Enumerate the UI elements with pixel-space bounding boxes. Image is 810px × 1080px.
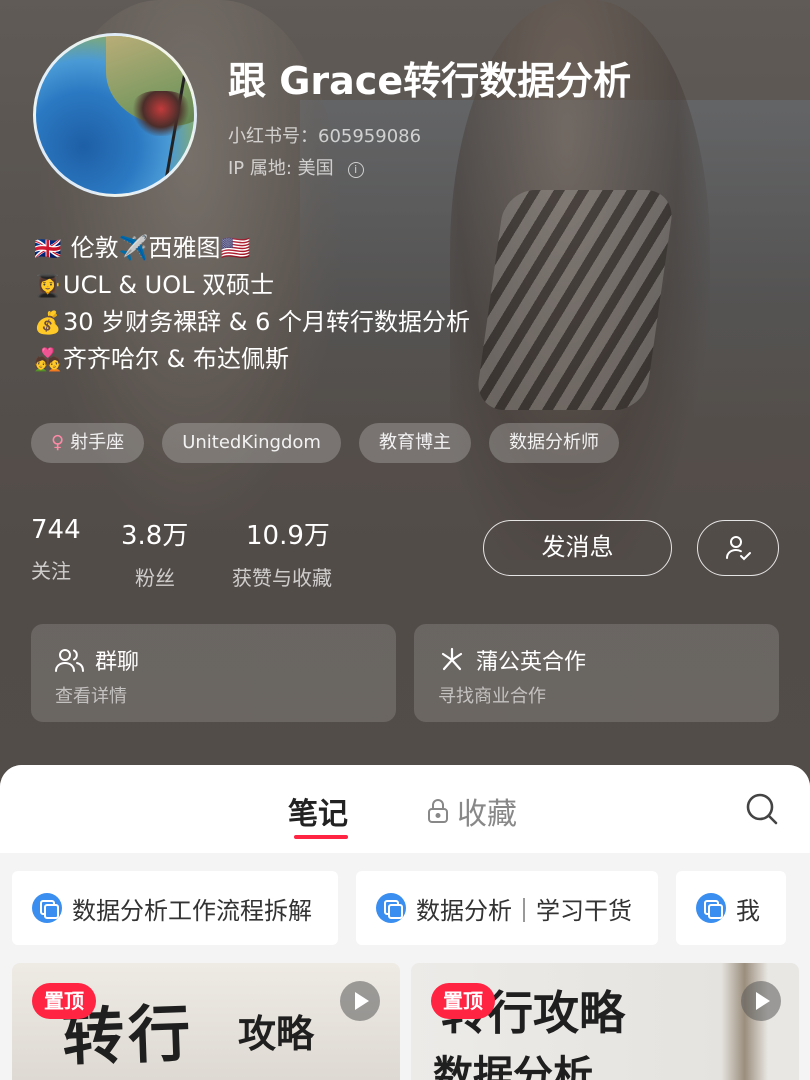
search-icon (746, 793, 778, 825)
stat-value: 744 (31, 515, 81, 545)
post-cover-subtitle: 攻略 (238, 1012, 315, 1056)
user-check-icon (726, 536, 751, 561)
stat-likes-and-saves[interactable]: 10.9万 获赞与收藏 (232, 515, 332, 591)
tag-location[interactable]: UnitedKingdom (162, 423, 341, 463)
card-title: 群聊 (55, 644, 139, 676)
collection-item[interactable]: 数据分析工作流程拆解 (12, 871, 338, 945)
collection-label: 数据分析工作流程拆解 (72, 896, 312, 925)
profile-id: 小红书号：605959086 (228, 126, 422, 147)
send-message-button[interactable]: 发消息 (483, 520, 672, 576)
bio-line: 🇬🇧 伦敦✈️西雅图🇺🇸 (33, 230, 470, 267)
stat-value: 10.9万 (246, 521, 330, 551)
ip-location-text: IP 属地: 美国 (228, 158, 334, 179)
stat-followers[interactable]: 3.8万 粉丝 (121, 515, 188, 591)
follow-button[interactable] (697, 520, 779, 576)
collections-row: 数据分析工作流程拆解 数据分析｜学习干货 我 (12, 871, 786, 945)
couple-icon: 💑 (34, 348, 62, 373)
flag-uk-icon: 🇬🇧 (34, 237, 62, 262)
search-button[interactable] (744, 791, 780, 827)
tab-bar: 笔记 收藏 (0, 765, 810, 853)
sparkle-icon (441, 647, 463, 671)
money-bag-icon: 💰 (34, 311, 62, 336)
pinned-badge: 置顶 (431, 983, 495, 1019)
avatar-glider (131, 91, 191, 136)
card-title: 蒲公英合作 (438, 644, 586, 676)
stat-label: 获赞与收藏 (232, 566, 332, 590)
video-play-icon (340, 981, 380, 1021)
card-title-text: 蒲公英合作 (476, 650, 587, 675)
stat-label: 粉丝 (135, 566, 175, 590)
tag-label: 射手座 (70, 432, 125, 453)
female-icon: ♀ (51, 432, 65, 453)
card-subtitle: 查看详情 (55, 686, 127, 707)
collection-icon (32, 893, 62, 923)
graduate-icon: 👩‍🎓 (34, 274, 62, 299)
tab-favorites[interactable]: 收藏 (427, 789, 517, 833)
video-play-icon (741, 981, 781, 1021)
post-card[interactable]: 转行攻略 数据分析 置顶 (411, 963, 799, 1080)
brand-cooperation-card[interactable]: 蒲公英合作 寻找商业合作 (414, 624, 779, 722)
bio-line: 👩‍🎓UCL & UOL 双硕士 (33, 267, 470, 304)
bio-text: 齐齐哈尔 & 布达佩斯 (63, 345, 289, 373)
bio-text: 伦敦✈️西雅图🇺🇸 (70, 234, 251, 262)
group-chat-card[interactable]: 群聊 查看详情 (31, 624, 396, 722)
bio-line: 💰30 岁财务裸辞 & 6 个月转行数据分析 (33, 304, 470, 341)
card-title-text: 群聊 (95, 650, 140, 675)
profile-bio: 🇬🇧 伦敦✈️西雅图🇺🇸 👩‍🎓UCL & UOL 双硕士 💰30 岁财务裸辞 … (33, 230, 470, 378)
collection-label: 我 (736, 896, 760, 925)
collection-item[interactable]: 数据分析｜学习干货 (356, 871, 658, 945)
group-icon (55, 649, 84, 672)
active-tab-indicator (294, 835, 348, 839)
tag-profession[interactable]: 数据分析师 (488, 423, 619, 463)
tab-favorites-label: 收藏 (457, 797, 517, 832)
stat-following[interactable]: 744 关注 (31, 515, 81, 584)
profile-name: 跟 Grace转行数据分析 (228, 59, 632, 103)
info-icon[interactable]: i (347, 162, 364, 178)
profile-ip-location[interactable]: IP 属地: 美国 i (228, 154, 364, 180)
lock-icon (428, 799, 448, 823)
post-cover-subtitle: 数据分析 (433, 1053, 593, 1080)
tag-zodiac[interactable]: ♀ 射手座 (31, 423, 145, 463)
post-card[interactable]: 转行 攻略 置顶 (12, 963, 400, 1080)
stat-label: 关注 (31, 559, 71, 583)
collection-item[interactable]: 我 (676, 871, 786, 945)
collection-icon (696, 893, 726, 923)
bio-line: 💑齐齐哈尔 & 布达佩斯 (33, 341, 470, 378)
collection-icon (376, 893, 406, 923)
card-subtitle: 寻找商业合作 (438, 686, 546, 707)
avatar[interactable] (33, 33, 197, 197)
tag-category[interactable]: 教育博主 (358, 423, 471, 463)
bio-text: 30 岁财务裸辞 & 6 个月转行数据分析 (63, 308, 471, 336)
tab-notes[interactable]: 笔记 (288, 789, 348, 839)
pinned-badge: 置顶 (32, 983, 96, 1019)
content-sheet: 笔记 收藏 数据分析工作流程拆解 数据分析｜学习干货 我 转行 攻略 置顶 转行… (0, 765, 810, 1080)
bio-text: UCL & UOL 双硕士 (63, 271, 275, 299)
stat-value: 3.8万 (121, 521, 189, 551)
profile-tags: ♀ 射手座 UnitedKingdom 教育博主 数据分析师 (31, 423, 619, 463)
tab-notes-label: 笔记 (288, 797, 348, 832)
collection-label: 数据分析｜学习干货 (416, 896, 632, 925)
